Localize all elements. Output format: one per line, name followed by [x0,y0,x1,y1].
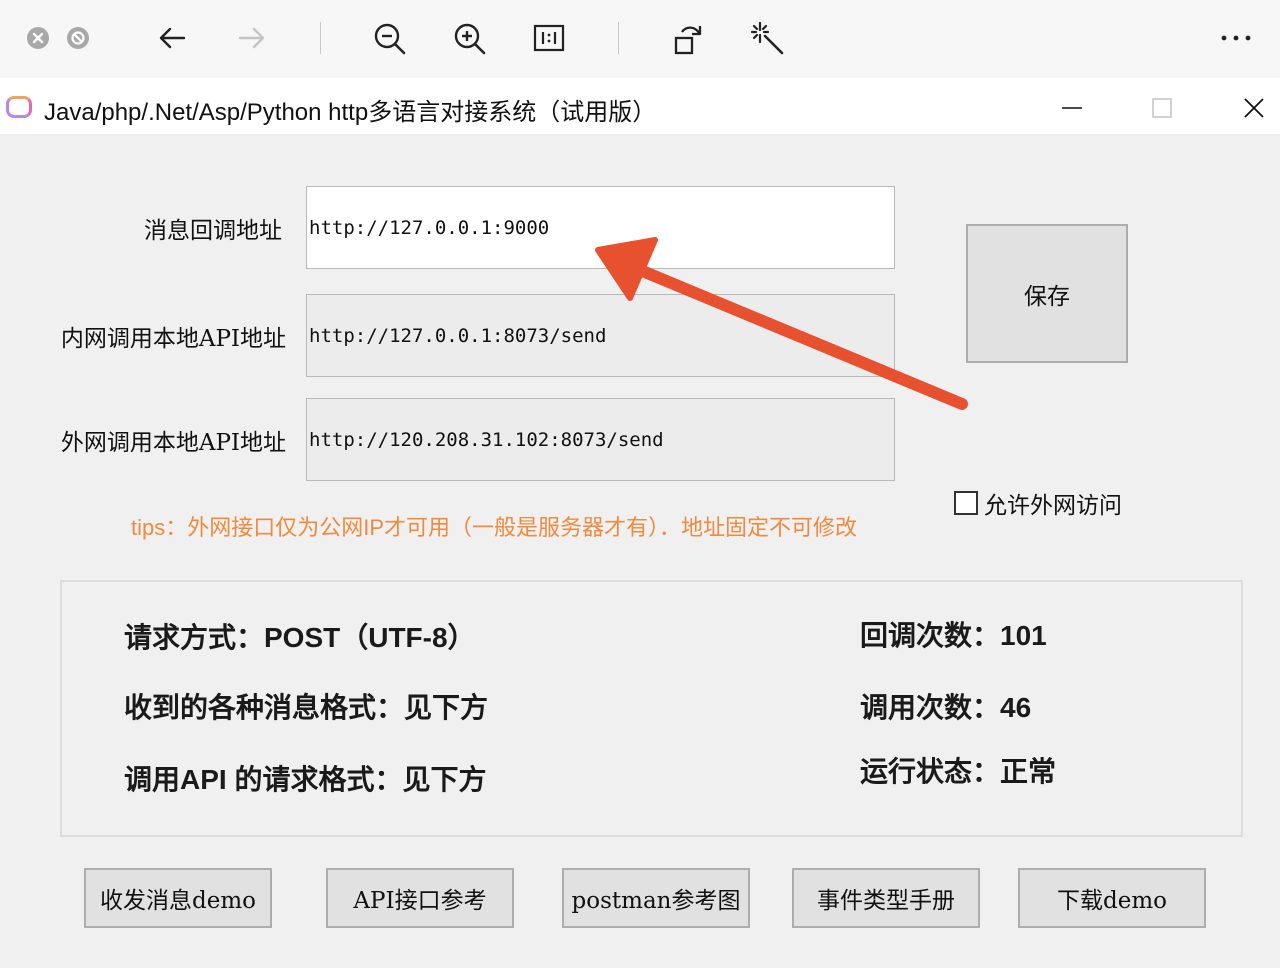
message-formats-text: 收到的各种消息格式：见下方 [124,692,489,723]
minimize-icon[interactable] [1052,90,1092,126]
info-panel: 请求方式：POST（UTF-8） 收到的各种消息格式：见下方 调用API 的请求… [60,580,1243,837]
allow-external-checkbox[interactable]: 允许外网访问 [954,486,1122,520]
callback-url-input[interactable]: http://127.0.0.1:9000 [306,186,895,269]
tips-text: tips：外网接口仅为公网IP才可用（一般是服务器才有）．地址固定不可修改 [131,515,858,540]
api-reference-button[interactable]: API接口参考 [326,868,514,928]
request-method-text: 请求方式：POST（UTF-8） [124,622,476,653]
zoom-in-icon[interactable] [452,21,488,57]
app-icon [6,96,32,118]
extranet-api-label: 外网调用本地API地址 [60,430,286,456]
intranet-api-label: 内网调用本地API地址 [60,326,286,352]
intranet-api-field: http://127.0.0.1:8073/send [306,294,895,377]
download-demo-button[interactable]: 下载demo [1018,868,1206,928]
back-arrow-icon[interactable] [156,22,188,54]
more-icon[interactable] [1218,26,1254,50]
toolbar-separator [320,22,321,54]
send-demo-button[interactable]: 收发消息demo [84,868,272,928]
run-status-text: 运行状态：正常 [860,756,1057,787]
callback-label: 消息回调地址 [144,218,282,244]
rotate-icon[interactable] [670,21,706,57]
forward-arrow-icon[interactable] [236,22,268,54]
form-panel: 消息回调地址 http://127.0.0.1:9000 内网调用本地API地址… [0,134,1280,968]
zoom-out-icon[interactable] [372,21,408,57]
checkbox-box[interactable] [954,491,978,515]
call-count-text: 调用次数：46 [860,692,1032,723]
api-request-format-text: 调用API 的请求格式：见下方 [124,764,487,795]
allow-external-label: 允许外网访问 [984,493,1122,519]
magic-wand-icon[interactable] [750,21,786,57]
close-circle-icon[interactable] [26,26,50,50]
close-window-icon[interactable] [1234,90,1274,126]
maximize-icon[interactable] [1142,90,1182,126]
actual-size-icon[interactable] [532,22,566,54]
postman-reference-button[interactable]: postman参考图 [562,868,750,928]
block-circle-icon[interactable] [66,26,90,50]
save-button[interactable]: 保存 [966,224,1128,363]
viewer-toolbar [0,0,1280,78]
callback-count-text: 回调次数：101 [860,620,1047,651]
window-titlebar: Java/php/.Net/Asp/Python http多语言对接系统（试用版… [0,78,1280,134]
toolbar-separator [618,22,619,54]
app-window: Java/php/.Net/Asp/Python http多语言对接系统（试用版… [0,78,1280,968]
extranet-api-field: http://120.208.31.102:8073/send [306,398,895,481]
window-title: Java/php/.Net/Asp/Python http多语言对接系统（试用版… [44,99,657,126]
event-manual-button[interactable]: 事件类型手册 [792,868,980,928]
